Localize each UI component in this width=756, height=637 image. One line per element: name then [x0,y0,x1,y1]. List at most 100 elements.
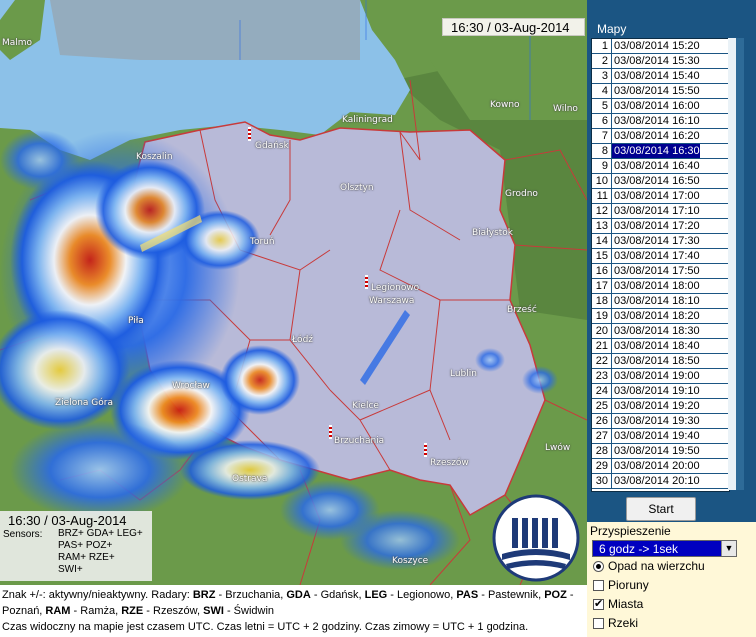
map-time-item[interactable]: 6 03/08/2014 16:10 [592,114,729,129]
info-text: Znak +/-: aktywny/nieaktywny. Radary: BR… [2,587,586,635]
city-label: Koszalin [136,152,173,162]
map-time-value: 03/08/2014 19:30 [614,415,700,427]
radar-code: SWI [203,605,224,617]
map-time-item[interactable]: 1 03/08/2014 15:20 [592,39,729,54]
checkbox[interactable] [593,617,604,629]
panel-title: Mapy [597,22,627,36]
map-time-item[interactable]: 4 03/08/2014 15:50 [592,84,729,99]
map-time-item[interactable]: 13 03/08/2014 17:20 [592,219,729,234]
checkbox[interactable] [593,597,604,610]
map-time-index: 9 [592,159,612,173]
layer-option-label: Pioruny [608,578,649,592]
map-time-item[interactable]: 8 03/08/2014 16:30 [592,144,729,159]
map-time-item[interactable]: 27 03/08/2014 19:40 [592,429,729,444]
sensors-line: BRZ+ GDA+ LEG+ [58,528,143,539]
map-time-item[interactable]: 23 03/08/2014 19:00 [592,369,729,384]
map-time-item[interactable]: 15 03/08/2014 17:40 [592,249,729,264]
map-time-item[interactable]: 10 03/08/2014 16:50 [592,174,729,189]
map-time-item[interactable]: 29 03/08/2014 20:00 [592,459,729,474]
radio-button[interactable] [593,560,604,572]
map-time-index: 5 [592,99,612,113]
city-label: Koszyce [392,556,429,566]
city-label: Warszawa [369,296,415,306]
info-radars: Znak +/-: aktywny/nieaktywny. Radary: BR… [2,587,586,619]
map-time-value: 03/08/2014 20:00 [614,460,700,472]
map-time-item[interactable]: 2 03/08/2014 15:30 [592,54,729,69]
map-time-value: 03/08/2014 20:10 [614,475,700,487]
list-scroll-gutter [728,38,736,490]
city-label: Olsztyn [340,183,374,193]
map-time-item[interactable]: 7 03/08/2014 16:20 [592,129,729,144]
city-label: Lwów [545,443,571,453]
checkbox[interactable] [593,579,604,591]
map-time-index: 24 [592,384,612,398]
city-label: Wrocław [172,381,210,391]
map-time-index: 17 [592,279,612,293]
map-time-value: 03/08/2014 19:50 [614,445,700,457]
city-label: Łódź [292,335,314,345]
radar-map: Malmo Gdańsk Kaliningrad Kowno Wilno Kos… [0,0,587,585]
map-time-item[interactable]: 21 03/08/2014 18:40 [592,339,729,354]
legend-sensors-label: Sensors: [3,529,43,540]
map-time-item[interactable]: 20 03/08/2014 18:30 [592,324,729,339]
radar-code: PAS [456,589,479,601]
layer-option[interactable]: Pioruny [593,578,649,592]
map-time-item[interactable]: 30 03/08/2014 20:10 [592,474,729,489]
map-time-item[interactable]: 11 03/08/2014 17:00 [592,189,729,204]
map-time-item[interactable]: 14 03/08/2014 17:30 [592,234,729,249]
map-time-index: 29 [592,459,612,473]
map-time-value: 03/08/2014 15:40 [614,70,700,82]
map-time-index: 4 [592,84,612,98]
map-time-value: 03/08/2014 19:00 [614,370,700,382]
layer-option-label: Rzeki [608,616,639,630]
radar-code: RAM [45,605,71,617]
map-time-value: 03/08/2014 19:40 [614,430,700,442]
info-intro: Znak +/-: aktywny/nieaktywny. Radary: [2,589,193,601]
map-time-item[interactable]: 22 03/08/2014 18:50 [592,354,729,369]
start-button[interactable]: Start [626,497,696,521]
radar-code: LEG [364,589,388,601]
map-time-item[interactable]: 5 03/08/2014 16:00 [592,99,729,114]
map-time-value: 03/08/2014 18:30 [614,325,700,337]
city-label: Malmo [2,38,33,48]
map-time-index: 30 [592,474,612,488]
city-label: Zielona Góra [55,398,113,408]
map-time-value: 03/08/2014 17:20 [614,220,700,232]
map-time-item[interactable]: 19 03/08/2014 18:20 [592,309,729,324]
map-time-value: 03/08/2014 16:50 [614,175,700,187]
map-time-index: 3 [592,69,612,83]
speed-label: Przyspieszenie [590,524,671,538]
radar-code: BRZ [192,589,216,601]
map-time-value: 03/08/2014 15:30 [614,55,700,67]
map-time-list[interactable]: 1 03/08/2014 15:20 2 03/08/2014 15:30 3 03/08… [591,38,730,492]
map-time-item[interactable]: 26 03/08/2014 19:30 [592,414,729,429]
map-time-index: 20 [592,324,612,338]
legend-sensors-list: BRZ+ GDA+ LEG+ PAS+ POZ+ RAM+ RZE+ SWI+ [58,528,143,576]
layer-option[interactable]: Rzeki [593,616,638,630]
layer-option[interactable]: Opad na wierzchu [593,559,705,573]
chevron-down-icon[interactable]: ▼ [721,541,736,556]
map-time-item[interactable]: 25 03/08/2014 19:20 [592,399,729,414]
map-time-item[interactable]: 24 03/08/2014 19:10 [592,384,729,399]
layer-option-label: Opad na wierzchu [608,559,705,573]
map-time-item[interactable]: 16 03/08/2014 17:50 [592,264,729,279]
map-time-value: 03/08/2014 15:50 [614,85,700,97]
sensor-legend: 16:30 / 03-Aug-2014 Sensors: BRZ+ GDA+ L… [0,511,152,581]
map-time-index: 11 [592,189,612,203]
map-time-item[interactable]: 9 03/08/2014 16:40 [592,159,729,174]
map-time-item[interactable]: 18 03/08/2014 18:10 [592,294,729,309]
map-time-value: 03/08/2014 18:40 [614,340,700,352]
map-time-item[interactable]: 28 03/08/2014 19:50 [592,444,729,459]
map-time-index: 19 [592,309,612,323]
map-time-item[interactable]: 17 03/08/2014 18:00 [592,279,729,294]
list-scrollbar[interactable] [736,38,744,490]
map-time-item[interactable]: 12 03/08/2014 17:10 [592,204,729,219]
radar-site-icon [248,127,251,141]
map-time-stamp: 16:30 / 03-Aug-2014 [442,18,585,36]
layer-option[interactable]: Miasta [593,597,643,611]
city-label: Gdańsk [255,141,289,151]
speed-select[interactable]: 6 godz -> 1sek ▼ [592,540,737,557]
radar-name: - Rzeszów, [143,605,204,617]
radar-name: - Pastewnik, [478,589,545,601]
map-time-item[interactable]: 3 03/08/2014 15:40 [592,69,729,84]
